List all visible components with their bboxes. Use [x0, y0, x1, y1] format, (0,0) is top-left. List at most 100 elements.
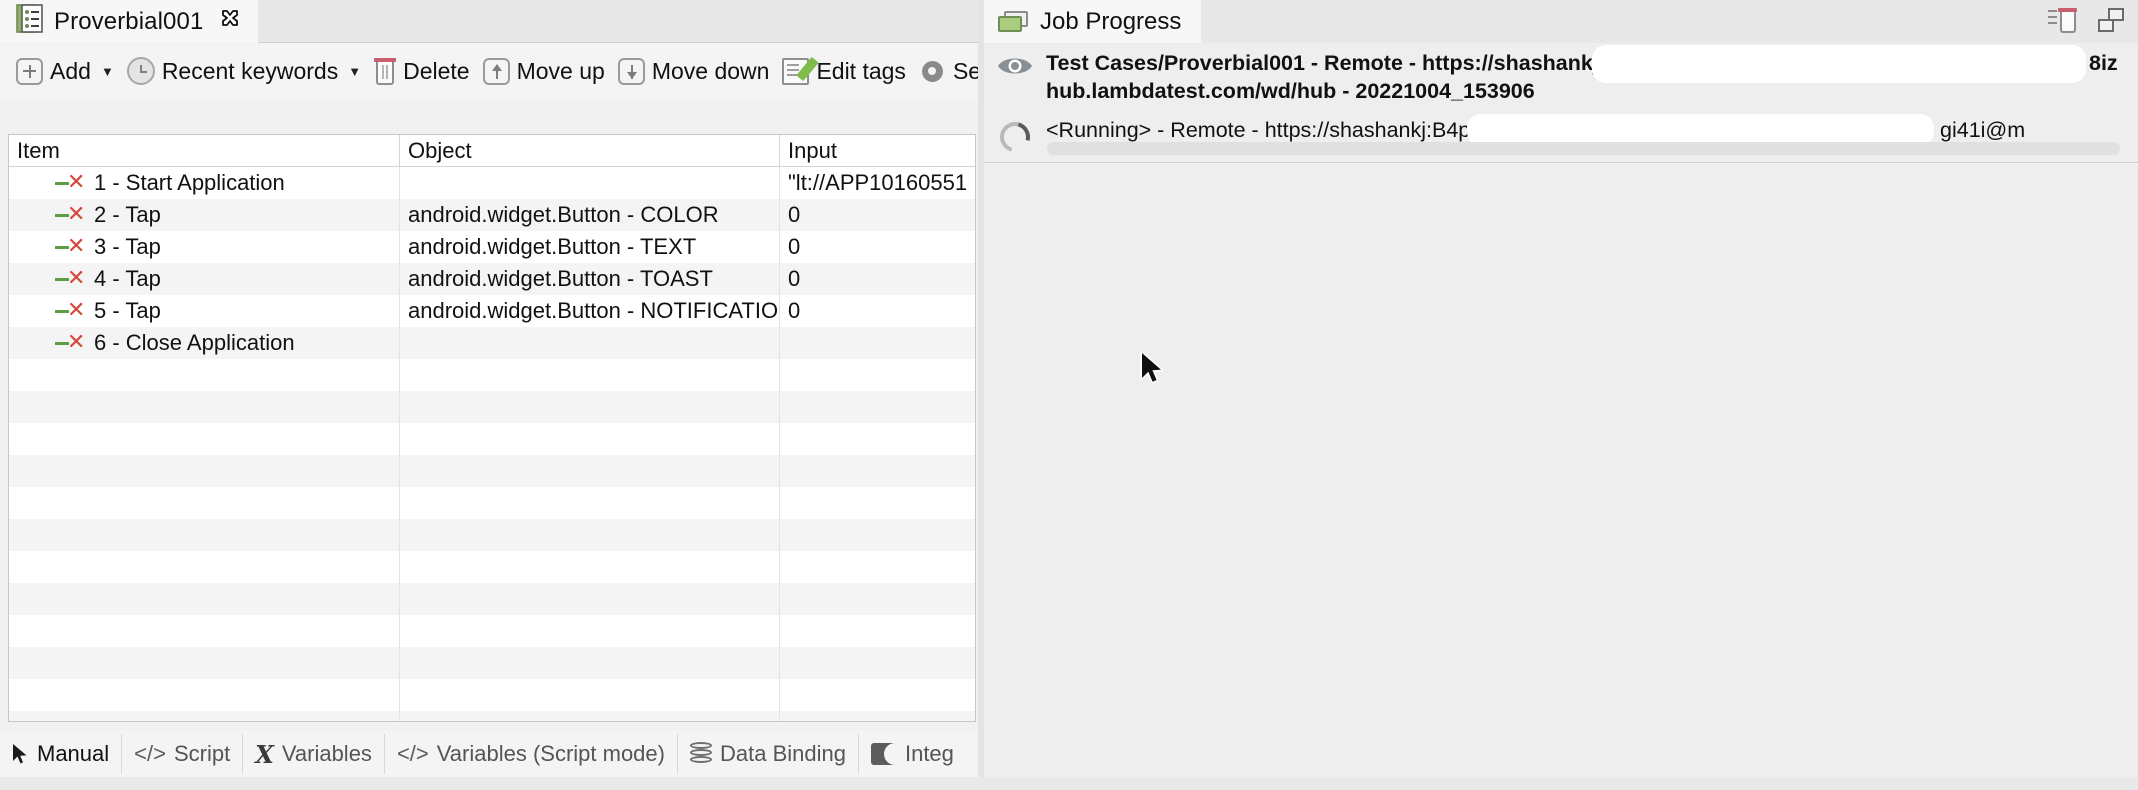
table-row[interactable]	[9, 615, 975, 647]
toolbar-edit-tags-button[interactable]: Edit tags	[778, 56, 915, 87]
eye-icon	[997, 55, 1033, 77]
table-row[interactable]	[9, 711, 975, 721]
cell-input[interactable]: 0	[779, 199, 975, 231]
table-row[interactable]	[9, 519, 975, 551]
cell-input[interactable]	[779, 359, 975, 391]
cell-object[interactable]	[399, 519, 779, 551]
table-row[interactable]: ✕ 1 - Start Application "lt://APP10160551	[9, 167, 975, 199]
cell-object[interactable]	[399, 391, 779, 423]
table-row[interactable]	[9, 423, 975, 455]
restore-view-icon[interactable]	[2098, 8, 2124, 32]
table-row[interactable]	[9, 359, 975, 391]
cell-input[interactable]	[779, 583, 975, 615]
tab-data-binding[interactable]: Data Binding	[676, 734, 858, 774]
cell-item[interactable]	[9, 647, 399, 679]
tab-integration[interactable]: Integ	[857, 734, 966, 774]
table-row[interactable]: ✕ 4 - Tap android.widget.Button - TOAST 0	[9, 263, 975, 295]
cell-object[interactable]: android.widget.Button - TEXT	[399, 231, 779, 263]
table-row[interactable]: ✕ 6 - Close Application	[9, 327, 975, 359]
tab-script[interactable]: </> Script	[121, 734, 242, 774]
cell-object[interactable]	[399, 711, 779, 721]
cell-input[interactable]	[779, 519, 975, 551]
table-row[interactable]	[9, 391, 975, 423]
cell-input[interactable]: 0	[779, 231, 975, 263]
cell-item[interactable]: ✕ 4 - Tap	[9, 263, 399, 295]
table-row[interactable]	[9, 679, 975, 711]
tab-variables-script-mode-label: Variables (Script mode)	[436, 741, 665, 766]
cell-object[interactable]	[399, 615, 779, 647]
cell-item[interactable]: ✕ 3 - Tap	[9, 231, 399, 263]
tab-job-progress-label: Job Progress	[1040, 7, 1182, 35]
cell-object[interactable]	[399, 327, 779, 359]
chevron-down-icon[interactable]: ▼	[348, 64, 361, 79]
cell-item[interactable]	[9, 487, 399, 519]
clear-all-icon[interactable]	[2048, 5, 2078, 35]
cell-object[interactable]: android.widget.Button - NOTIFICATIO	[399, 295, 779, 327]
cell-item[interactable]	[9, 455, 399, 487]
toolbar-move-down-button[interactable]: Move down	[614, 56, 779, 87]
cell-item[interactable]	[9, 551, 399, 583]
cell-object[interactable]	[399, 583, 779, 615]
cell-object[interactable]: android.widget.Button - TOAST	[399, 263, 779, 295]
cell-item[interactable]: ✕ 6 - Close Application	[9, 327, 399, 359]
toolbar-add-button[interactable]: Add ▼	[12, 56, 123, 87]
table-row[interactable]	[9, 647, 975, 679]
table-row[interactable]	[9, 455, 975, 487]
tab-variables[interactable]: 𝑿 Variables	[242, 734, 384, 774]
tab-job-progress[interactable]: Job Progress	[984, 0, 1202, 43]
cell-input[interactable]	[779, 711, 975, 721]
cell-input[interactable]	[779, 455, 975, 487]
chevron-down-icon[interactable]: ▼	[101, 64, 114, 79]
close-icon[interactable]	[218, 8, 242, 36]
tab-variables-script-mode[interactable]: </> Variables (Script mode)	[383, 734, 677, 774]
editor-tab-proverbial001[interactable]: Proverbial001	[0, 0, 259, 43]
toolbar-delete-button[interactable]: Delete	[370, 56, 478, 87]
cell-item[interactable]: ✕ 2 - Tap	[9, 199, 399, 231]
toolbar-settings-button[interactable]: Se	[915, 56, 984, 87]
cell-input[interactable]	[779, 679, 975, 711]
cell-object[interactable]	[399, 551, 779, 583]
cell-item[interactable]: ✕ 1 - Start Application	[9, 167, 399, 199]
toolbar-recent-keywords-button[interactable]: Recent keywords ▼	[123, 55, 370, 87]
cell-input[interactable]	[779, 423, 975, 455]
cell-input[interactable]	[779, 551, 975, 583]
cell-input[interactable]	[779, 487, 975, 519]
column-header-input[interactable]: Input	[779, 135, 975, 166]
table-row[interactable]: ✕ 2 - Tap android.widget.Button - COLOR 0	[9, 199, 975, 231]
cell-item[interactable]	[9, 679, 399, 711]
cell-input[interactable]: 0	[779, 263, 975, 295]
cell-input[interactable]: "lt://APP10160551	[779, 167, 975, 199]
table-row[interactable]: ✕ 3 - Tap android.widget.Button - TEXT 0	[9, 231, 975, 263]
table-row[interactable]	[9, 583, 975, 615]
tab-manual[interactable]: Manual	[0, 734, 122, 774]
cell-object[interactable]	[399, 423, 779, 455]
cell-object[interactable]: android.widget.Button - COLOR	[399, 199, 779, 231]
cell-object[interactable]	[399, 679, 779, 711]
cell-item[interactable]	[9, 519, 399, 551]
integration-icon	[870, 743, 897, 765]
cell-input[interactable]	[779, 615, 975, 647]
toolbar-move-up-button[interactable]: Move up	[479, 56, 614, 87]
cell-item[interactable]	[9, 711, 399, 721]
table-row[interactable]: ✕ 5 - Tap android.widget.Button - NOTIFICA…	[9, 295, 975, 327]
cell-item[interactable]	[9, 391, 399, 423]
cell-object[interactable]	[399, 647, 779, 679]
cell-object[interactable]	[399, 167, 779, 199]
cell-item[interactable]	[9, 423, 399, 455]
cell-object[interactable]	[399, 359, 779, 391]
cell-object[interactable]	[399, 487, 779, 519]
column-header-object[interactable]: Object	[399, 135, 779, 166]
column-header-item[interactable]: Item	[9, 135, 399, 166]
cell-input[interactable]	[779, 327, 975, 359]
cell-item[interactable]	[9, 615, 399, 647]
job-entry[interactable]: Test Cases/Proverbial001 - Remote - http…	[984, 45, 2138, 105]
cell-object[interactable]	[399, 455, 779, 487]
cell-item[interactable]	[9, 359, 399, 391]
table-row[interactable]	[9, 551, 975, 583]
table-row[interactable]	[9, 487, 975, 519]
cell-input[interactable]	[779, 647, 975, 679]
cell-item[interactable]	[9, 583, 399, 615]
cell-input[interactable]	[779, 391, 975, 423]
cell-input[interactable]: 0	[779, 295, 975, 327]
cell-item[interactable]: ✕ 5 - Tap	[9, 295, 399, 327]
